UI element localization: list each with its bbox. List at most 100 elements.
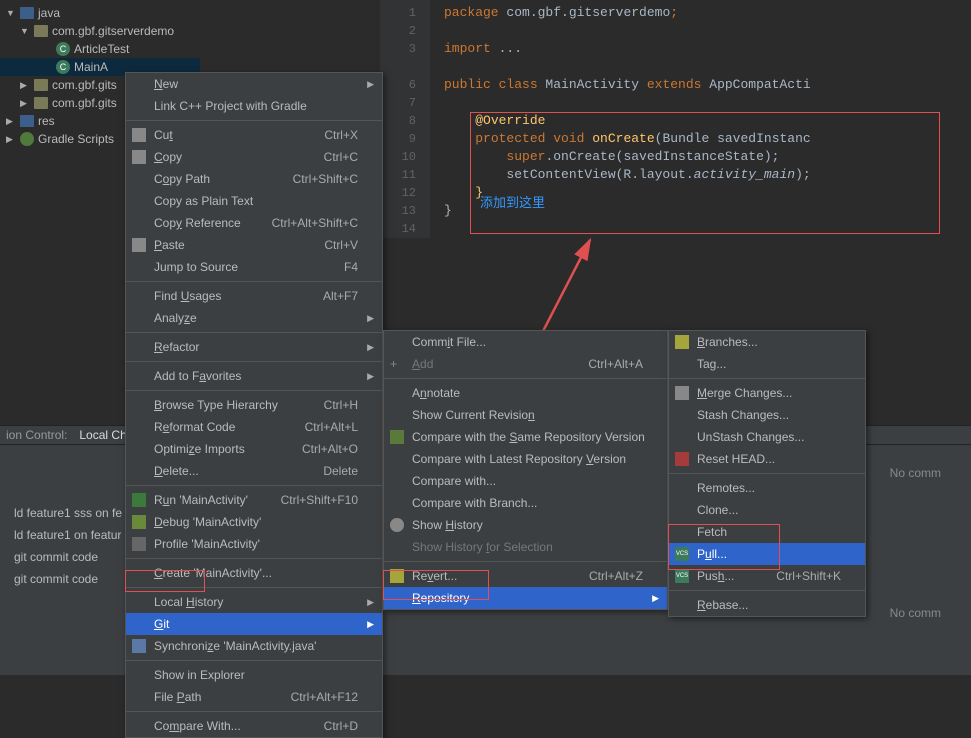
menu-tag[interactable]: Tag... — [669, 353, 865, 375]
line-gutter: 123 6789 1011121314 — [380, 0, 430, 238]
menu-file-path[interactable]: File PathCtrl+Alt+F12 — [126, 686, 382, 708]
menu-compare-same[interactable]: Compare with the Same Repository Version — [384, 426, 667, 448]
menu-remotes[interactable]: Remotes... — [669, 477, 865, 499]
menu-synchronize[interactable]: Synchronize 'MainActivity.java' — [126, 635, 382, 657]
menu-copy-path[interactable]: Copy PathCtrl+Shift+C — [126, 168, 382, 190]
menu-optimize[interactable]: Optimize ImportsCtrl+Alt+O — [126, 438, 382, 460]
menu-compare-branch[interactable]: Compare with Branch... — [384, 492, 667, 514]
menu-show-revision[interactable]: Show Current Revision — [384, 404, 667, 426]
menu-fetch[interactable]: Fetch — [669, 521, 865, 543]
menu-push[interactable]: VCSPush...Ctrl+Shift+K — [669, 565, 865, 587]
submenu-arrow-icon: ▶ — [367, 597, 374, 608]
submenu-arrow-icon: ▶ — [652, 593, 659, 604]
expand-icon: ▼ — [20, 26, 30, 36]
gradle-icon — [20, 132, 34, 146]
vcs-push-icon: VCS — [675, 569, 689, 583]
menu-separator — [669, 378, 865, 379]
collapse-icon: ▶ — [6, 116, 16, 127]
menu-separator — [384, 378, 667, 379]
menu-create[interactable]: Create 'MainActivity'... — [126, 562, 382, 584]
merge-icon — [675, 386, 689, 400]
menu-reset[interactable]: Reset HEAD... — [669, 448, 865, 470]
menu-profile[interactable]: Profile 'MainActivity' — [126, 533, 382, 555]
menu-show-explorer[interactable]: Show in Explorer — [126, 664, 382, 686]
vcs-icon — [390, 430, 404, 444]
submenu-arrow-icon: ▶ — [367, 342, 374, 353]
tree-label: com.gbf.gitserverdemo — [52, 24, 174, 38]
tree-label: ArticleTest — [74, 42, 129, 56]
menu-separator — [126, 281, 382, 282]
context-menu[interactable]: New▶ Link C++ Project with Gradle CutCtr… — [125, 72, 383, 738]
menu-new[interactable]: New▶ — [126, 73, 382, 95]
menu-jump[interactable]: Jump to SourceF4 — [126, 256, 382, 278]
cut-icon — [132, 128, 146, 142]
menu-branches[interactable]: Branches... — [669, 331, 865, 353]
menu-compare-with[interactable]: Compare with... — [384, 470, 667, 492]
menu-clone[interactable]: Clone... — [669, 499, 865, 521]
menu-analyze[interactable]: Analyze▶ — [126, 307, 382, 329]
collapse-icon: ▶ — [6, 134, 16, 145]
list-item[interactable]: git commit code — [6, 568, 130, 590]
menu-debug[interactable]: Debug 'MainActivity' — [126, 511, 382, 533]
vcs-tab-local[interactable]: Local Ch — [79, 428, 126, 442]
menu-find-usages[interactable]: Find UsagesAlt+F7 — [126, 285, 382, 307]
revert-icon — [390, 569, 404, 583]
git-submenu[interactable]: Commit File... +AddCtrl+Alt+A Annotate S… — [383, 330, 668, 610]
list-item[interactable]: ld feature1 on featur — [6, 524, 130, 546]
expand-icon: ▼ — [6, 8, 16, 18]
menu-paste[interactable]: PasteCtrl+V — [126, 234, 382, 256]
folder-icon — [20, 115, 34, 127]
menu-compare-latest[interactable]: Compare with Latest Repository Version — [384, 448, 667, 470]
menu-stash[interactable]: Stash Changes... — [669, 404, 865, 426]
run-icon — [132, 493, 146, 507]
menu-commit[interactable]: Commit File... — [384, 331, 667, 353]
menu-browse-hierarchy[interactable]: Browse Type HierarchyCtrl+H — [126, 394, 382, 416]
copy-icon — [132, 150, 146, 164]
menu-pull[interactable]: VCSPull... — [669, 543, 865, 565]
menu-delete[interactable]: Delete...Delete — [126, 460, 382, 482]
menu-favorites[interactable]: Add to Favorites▶ — [126, 365, 382, 387]
tree-label: com.gbf.gits — [52, 96, 117, 110]
menu-separator — [126, 485, 382, 486]
menu-copy-plain[interactable]: Copy as Plain Text — [126, 190, 382, 212]
menu-reformat[interactable]: Reformat CodeCtrl+Alt+L — [126, 416, 382, 438]
tree-item-package[interactable]: ▼ com.gbf.gitserverdemo — [0, 22, 200, 40]
tree-item-java[interactable]: ▼ java — [0, 4, 200, 22]
menu-git[interactable]: Git▶ — [126, 613, 382, 635]
menu-local-history[interactable]: Local History▶ — [126, 591, 382, 613]
menu-revert[interactable]: Revert...Ctrl+Alt+Z — [384, 565, 667, 587]
menu-unstash[interactable]: UnStash Changes... — [669, 426, 865, 448]
menu-show-history[interactable]: Show History — [384, 514, 667, 536]
debug-icon — [132, 515, 146, 529]
menu-annotate[interactable]: Annotate — [384, 382, 667, 404]
menu-separator — [126, 361, 382, 362]
list-item[interactable]: git commit code — [6, 546, 130, 568]
menu-run[interactable]: Run 'MainActivity'Ctrl+Shift+F10 — [126, 489, 382, 511]
menu-copy-ref[interactable]: Copy ReferenceCtrl+Alt+Shift+C — [126, 212, 382, 234]
menu-copy[interactable]: CopyCtrl+C — [126, 146, 382, 168]
menu-repository[interactable]: Repository▶ — [384, 587, 667, 609]
tree-item-class[interactable]: CArticleTest — [0, 40, 200, 58]
no-commit-label: No comm — [890, 606, 941, 620]
no-commit-label: No comm — [890, 466, 941, 480]
menu-link-cpp[interactable]: Link C++ Project with Gradle — [126, 95, 382, 117]
tree-label: Gradle Scripts — [38, 132, 114, 146]
list-item[interactable]: ld feature1 sss on fe — [6, 502, 130, 524]
menu-separator — [126, 711, 382, 712]
menu-cut[interactable]: CutCtrl+X — [126, 124, 382, 146]
repository-submenu[interactable]: Branches... Tag... Merge Changes... Stas… — [668, 330, 866, 617]
tree-label: com.gbf.gits — [52, 78, 117, 92]
tree-label: java — [38, 6, 60, 20]
menu-rebase[interactable]: Rebase... — [669, 594, 865, 616]
class-icon: C — [56, 60, 70, 74]
collapse-icon: ▶ — [20, 98, 30, 109]
collapse-icon: ▶ — [20, 80, 30, 91]
menu-compare-with[interactable]: Compare With...Ctrl+D — [126, 715, 382, 737]
menu-separator — [126, 558, 382, 559]
menu-separator — [126, 660, 382, 661]
folder-icon — [20, 7, 34, 19]
menu-merge[interactable]: Merge Changes... — [669, 382, 865, 404]
annotation-box — [470, 112, 940, 234]
menu-refactor[interactable]: Refactor▶ — [126, 336, 382, 358]
add-icon: + — [390, 357, 404, 371]
